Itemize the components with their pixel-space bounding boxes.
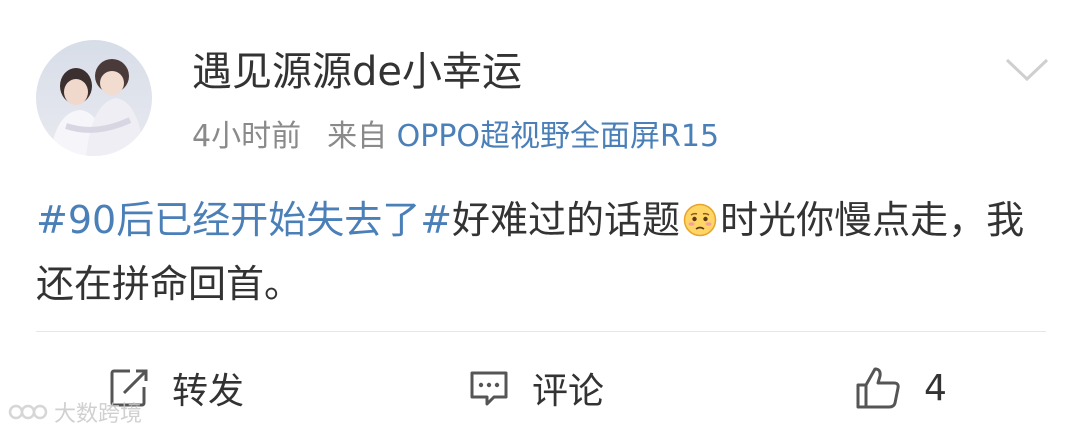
post-meta: 4小时前 来自 OPPO超视野全面屏R15 (192, 118, 719, 156)
chevron-down-icon[interactable] (1004, 56, 1050, 84)
source-prefix: 来自 (327, 119, 388, 154)
repost-label: 转发 (172, 371, 245, 412)
like-button[interactable]: 4 (854, 362, 947, 414)
divider (36, 331, 1046, 332)
sad-face-emoji-icon (683, 203, 717, 237)
avatar[interactable] (36, 40, 152, 156)
username[interactable]: 遇见源源de小幸运 (192, 48, 522, 96)
post-text-part1: 好难过的话题 (452, 198, 681, 242)
thumbs-up-icon (856, 367, 900, 409)
post-body: #90后已经开始失去了#好难过的话题 时光你慢点走，我还在拼命回首。 (36, 188, 1046, 316)
comment-label: 评论 (532, 371, 605, 412)
watermark: 大数跨境 (8, 396, 142, 428)
like-count: 4 (924, 367, 947, 409)
topic-link[interactable]: #90后已经开始失去了# (36, 198, 452, 242)
comment-button[interactable]: 评论 (468, 362, 604, 414)
watermark-logo-icon (8, 404, 48, 420)
source-device-link[interactable]: OPPO超视野全面屏R15 (397, 119, 719, 154)
post-time: 4小时前 (192, 119, 302, 154)
comment-icon (470, 371, 508, 406)
watermark-text: 大数跨境 (54, 402, 143, 427)
